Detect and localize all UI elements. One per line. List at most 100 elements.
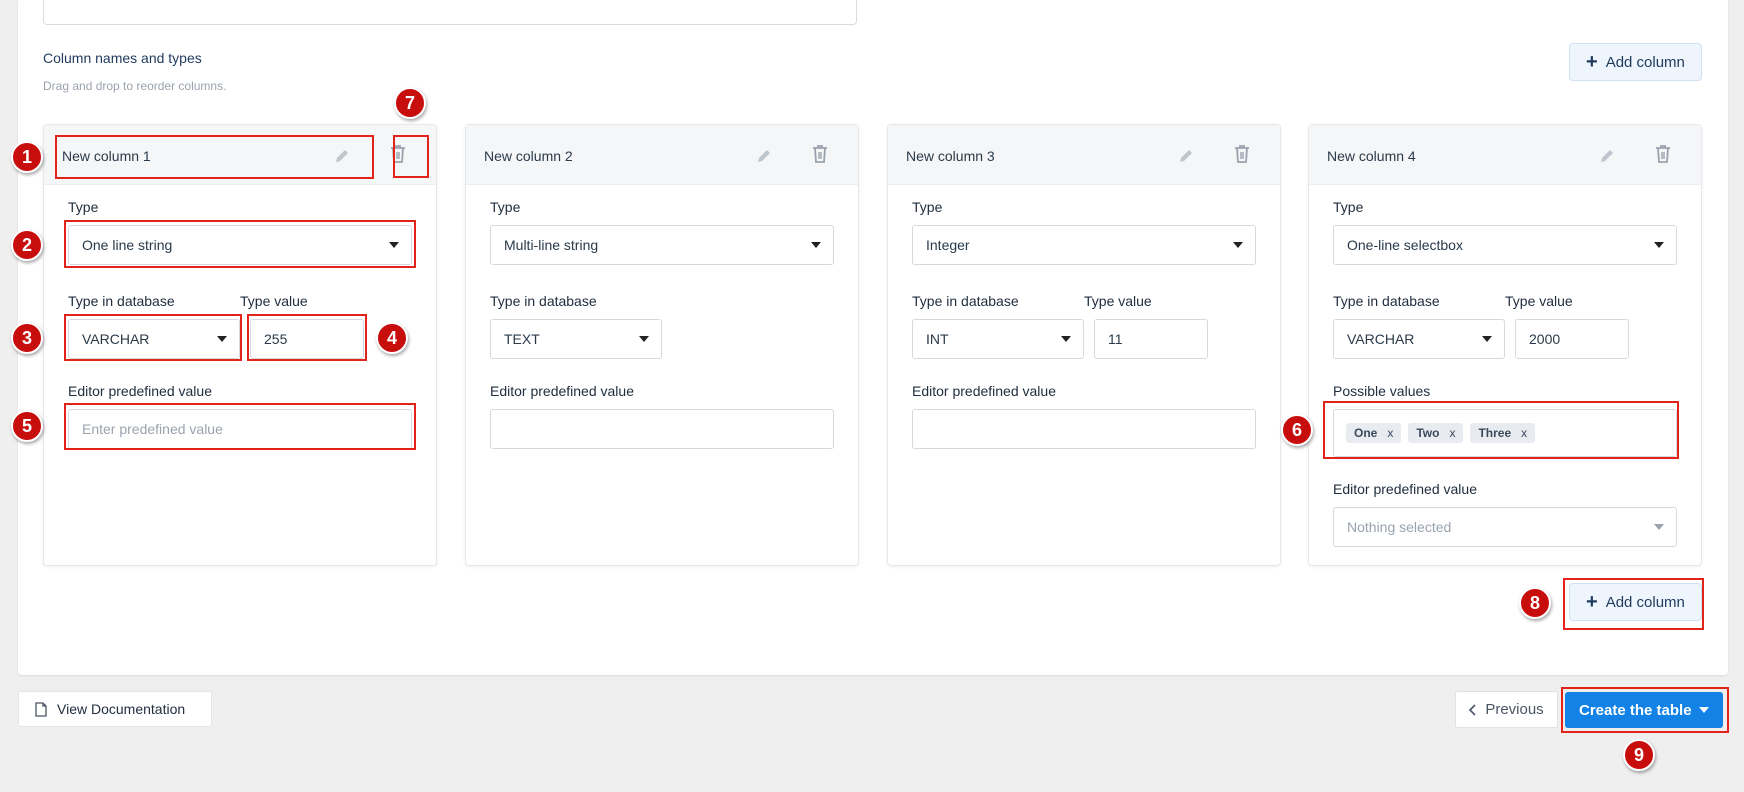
column-name-field[interactable]: New column 3 [898,137,1206,175]
db-type-value: VARCHAR [1347,331,1415,347]
tag-label: Three [1478,426,1512,440]
pencil-icon[interactable] [756,148,772,164]
column-name: New column 3 [906,148,995,164]
annotation-badge-1: 1 [11,141,43,173]
tag-chip: Two x [1408,423,1464,443]
chevron-left-icon [1469,703,1476,716]
caret-down-icon [811,242,821,248]
type-value-input[interactable]: 255 [250,319,364,359]
predefined-input[interactable] [912,409,1256,449]
add-column-button-top[interactable]: + Add column [1569,43,1702,81]
document-icon [35,701,47,717]
column-name: New column 2 [484,148,573,164]
add-column-label: Add column [1605,593,1685,611]
section-hint: Drag and drop to reorder columns. [43,79,227,93]
predefined-input[interactable]: Enter predefined value [68,409,412,449]
pencil-icon[interactable] [1599,148,1615,164]
type-value-text: 11 [1108,331,1123,347]
annotation-badge-7: 7 [394,87,426,119]
plus-icon: + [1586,51,1598,73]
column-name-field[interactable]: New column 2 [476,137,784,175]
column-card-header: New column 1 [44,125,436,185]
type-select[interactable]: One-line selectbox [1333,225,1677,265]
type-label: Type [490,199,521,215]
type-select[interactable]: Multi-line string [490,225,834,265]
type-value-text: 2000 [1529,331,1561,347]
trash-icon[interactable] [388,143,408,165]
previous-label: Previous [1485,701,1544,718]
caret-down-icon [1233,242,1243,248]
tag-remove-icon[interactable]: x [1387,426,1393,440]
db-type-select[interactable]: VARCHAR [1333,319,1505,359]
annotation-badge-5: 5 [11,410,43,442]
create-table-button[interactable]: Create the table [1565,692,1723,728]
predefined-label: Editor predefined value [68,383,212,399]
tag-label: Two [1416,426,1440,440]
predefined-select[interactable]: Nothing selected [1333,507,1677,547]
predefined-label: Editor predefined value [1333,481,1477,497]
caret-down-icon [217,336,227,342]
predefined-input[interactable] [490,409,834,449]
annotation-badge-4: 4 [376,322,408,354]
type-in-db-label: Type in database [1333,293,1440,309]
plus-icon: + [1586,591,1598,613]
trash-icon[interactable] [1232,143,1252,165]
db-type-value: INT [926,331,949,347]
column-name-field[interactable]: New column 4 [1319,137,1627,175]
type-select[interactable]: Integer [912,225,1256,265]
add-column-button-bottom[interactable]: + Add column [1569,583,1702,621]
caret-down-icon [639,336,649,342]
trash-icon[interactable] [1653,143,1673,165]
annotation-badge-2: 2 [11,229,43,261]
tag-remove-icon[interactable]: x [1521,426,1527,440]
column-card-4[interactable]: New column 4 Type One-line selectbox Typ… [1308,124,1702,566]
previous-button[interactable]: Previous [1455,691,1558,728]
db-type-select[interactable]: TEXT [490,319,662,359]
column-card-header: New column 2 [466,125,858,185]
annotation-badge-8: 8 [1519,587,1551,619]
possible-values-input[interactable]: One x Two x Three x [1333,409,1677,457]
tag-chip: Three x [1470,423,1536,443]
column-name: New column 4 [1327,148,1416,164]
caret-down-icon [389,242,399,248]
caret-down-icon [1482,336,1492,342]
column-name-field[interactable]: New column 1 [54,137,362,175]
predefined-label: Editor predefined value [912,383,1056,399]
tag-chip: One x [1346,423,1402,443]
db-type-select[interactable]: VARCHAR [68,319,240,359]
add-column-label: Add column [1605,53,1685,71]
type-in-db-label: Type in database [68,293,175,309]
possible-values-label: Possible values [1333,383,1431,399]
tag-remove-icon[interactable]: x [1449,426,1455,440]
type-value-input[interactable]: 11 [1094,319,1208,359]
section-title: Column names and types [43,50,202,66]
type-value: One line string [82,237,173,253]
type-value-input[interactable]: 2000 [1515,319,1629,359]
column-card-header: New column 3 [888,125,1280,185]
pencil-icon[interactable] [1178,148,1194,164]
predefined-select-value: Nothing selected [1347,519,1452,535]
type-value-label: Type value [240,293,308,309]
type-value: Multi-line string [504,237,599,253]
caret-down-icon[interactable] [1699,707,1709,713]
caret-down-icon [1061,336,1071,342]
caret-down-icon [1654,242,1664,248]
annotation-badge-9: 9 [1623,739,1655,771]
view-documentation-label: View Documentation [57,701,186,717]
type-in-db-label: Type in database [490,293,597,309]
db-type-select[interactable]: INT [912,319,1084,359]
view-documentation-button[interactable]: View Documentation [18,691,212,727]
annotation-badge-6: 6 [1281,414,1313,446]
trash-icon[interactable] [810,143,830,165]
predefined-placeholder: Enter predefined value [82,421,223,437]
db-type-value: TEXT [504,331,540,347]
type-value: One-line selectbox [1347,237,1463,253]
type-select[interactable]: One line string [68,225,412,265]
caret-down-icon [1654,524,1664,530]
column-name: New column 1 [62,148,151,164]
column-card-3[interactable]: New column 3 Type Integer Type in databa… [887,124,1281,566]
pencil-icon[interactable] [334,148,350,164]
type-label: Type [912,199,943,215]
previous-field-bottom[interactable] [43,0,857,25]
column-card-2[interactable]: New column 2 Type Multi-line string Type… [465,124,859,566]
